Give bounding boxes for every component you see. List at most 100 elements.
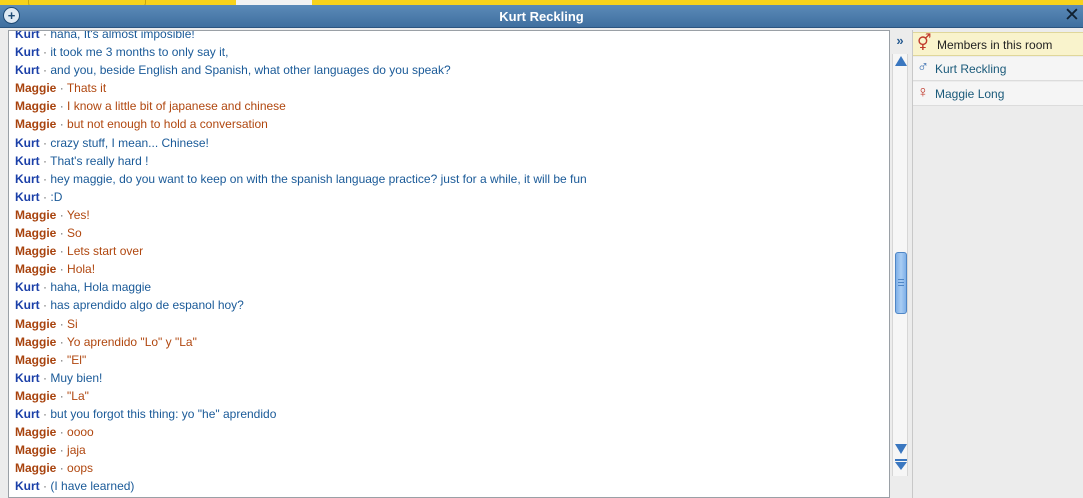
message-text: That's really hard ! bbox=[50, 153, 149, 168]
message-text: has aprendido algo de espanol hoy? bbox=[50, 298, 244, 313]
members-header[interactable]: ⚥ Members in this room bbox=[913, 32, 1083, 56]
chat-message: Kurt · crazy stuff, I mean... Chinese! bbox=[15, 134, 885, 152]
members-header-label: Members in this room bbox=[937, 38, 1053, 52]
message-sender[interactable]: Kurt bbox=[15, 154, 40, 168]
members-gender-icon: ⚥ bbox=[917, 35, 932, 52]
message-separator: · bbox=[43, 406, 48, 421]
message-text: (I have learned) bbox=[50, 479, 135, 494]
message-separator: · bbox=[59, 262, 64, 277]
scroll-to-bottom-icon[interactable] bbox=[895, 459, 907, 471]
message-text: Hola! bbox=[67, 262, 96, 277]
message-text: but you forgot this thing: yo "he" apren… bbox=[50, 406, 277, 421]
message-text: :D bbox=[50, 189, 63, 204]
message-sender[interactable]: Maggie bbox=[15, 262, 56, 276]
message-text: and you, beside English and Spanish, wha… bbox=[50, 63, 451, 78]
message-separator: · bbox=[43, 298, 48, 313]
message-separator: · bbox=[59, 388, 64, 403]
chat-message: Kurt · That's really hard ! bbox=[15, 152, 885, 170]
message-sender[interactable]: Kurt bbox=[15, 280, 40, 294]
scrollbar-column: » bbox=[890, 30, 910, 498]
message-separator: · bbox=[43, 45, 48, 60]
message-sender[interactable]: Kurt bbox=[15, 371, 40, 385]
chat-log[interactable]: Kurt · haha, It's almost imposible! Kurt … bbox=[8, 30, 890, 498]
message-sender[interactable]: Kurt bbox=[15, 407, 40, 421]
chat-message: Kurt · has aprendido algo de espanol hoy… bbox=[15, 296, 885, 314]
message-sender[interactable]: Kurt bbox=[15, 31, 40, 41]
message-text: "El" bbox=[67, 352, 87, 367]
message-separator: · bbox=[59, 352, 64, 367]
message-separator: · bbox=[59, 244, 64, 259]
chat-message: Kurt · hey maggie, do you want to keep o… bbox=[15, 170, 885, 188]
message-text: hey maggie, do you want to keep on with … bbox=[50, 171, 587, 186]
chat-message: Maggie · oops bbox=[15, 459, 885, 477]
message-text: So bbox=[67, 226, 82, 241]
member-name: Kurt Reckling bbox=[935, 62, 1007, 76]
message-separator: · bbox=[43, 171, 48, 186]
chat-message: Maggie · oooo bbox=[15, 423, 885, 441]
message-sender[interactable]: Maggie bbox=[15, 317, 56, 331]
message-text: Si bbox=[67, 316, 78, 331]
chat-message: Maggie · "El" bbox=[15, 351, 885, 369]
chat-message: Maggie · Yes! bbox=[15, 206, 885, 224]
chat-message: Kurt · Muy bien! bbox=[15, 369, 885, 387]
scrollbar[interactable] bbox=[892, 54, 908, 476]
collapse-sidebar-icon[interactable]: » bbox=[893, 34, 907, 48]
scroll-up-icon[interactable] bbox=[895, 56, 907, 66]
message-sender[interactable]: Maggie bbox=[15, 117, 56, 131]
message-sender[interactable]: Kurt bbox=[15, 45, 40, 59]
message-sender[interactable]: Maggie bbox=[15, 208, 56, 222]
male-icon: ♂ bbox=[917, 59, 929, 76]
message-text: but not enough to hold a conversation bbox=[67, 117, 268, 132]
member-item-maggie-long[interactable]: ♀ Maggie Long bbox=[913, 82, 1083, 106]
scroll-down-icon[interactable] bbox=[895, 444, 907, 454]
scroll-thumb[interactable] bbox=[895, 252, 907, 314]
message-separator: · bbox=[43, 189, 48, 204]
window-title: Kurt Reckling bbox=[499, 9, 584, 24]
message-text: crazy stuff, I mean... Chinese! bbox=[50, 135, 209, 150]
message-separator: · bbox=[43, 370, 48, 385]
chat-message: Maggie · I know a little bit of japanese… bbox=[15, 97, 885, 115]
message-text: "La" bbox=[67, 388, 89, 403]
message-sender[interactable]: Kurt bbox=[15, 136, 40, 150]
message-sender[interactable]: Maggie bbox=[15, 226, 56, 240]
chat-message: Maggie · Lets start over bbox=[15, 242, 885, 260]
message-sender[interactable]: Maggie bbox=[15, 353, 56, 367]
message-text: Yo aprendido "Lo" y "La" bbox=[66, 334, 197, 349]
message-separator: · bbox=[59, 81, 64, 96]
message-separator: · bbox=[43, 479, 48, 494]
message-sender[interactable]: Maggie bbox=[15, 81, 56, 95]
message-separator: · bbox=[59, 117, 64, 132]
message-separator: · bbox=[59, 316, 64, 331]
message-sender[interactable]: Kurt bbox=[15, 479, 40, 493]
member-name: Maggie Long bbox=[935, 87, 1005, 101]
chat-message: Maggie · "La" bbox=[15, 387, 885, 405]
message-separator: · bbox=[59, 443, 64, 458]
message-text: Lets start over bbox=[67, 244, 144, 259]
message-separator: · bbox=[59, 226, 64, 241]
message-sender[interactable]: Maggie bbox=[15, 461, 56, 475]
message-separator: · bbox=[59, 425, 64, 440]
message-sender[interactable]: Kurt bbox=[15, 63, 40, 77]
chat-message: Kurt · haha, It's almost imposible! bbox=[15, 31, 885, 43]
message-text: oops bbox=[67, 461, 94, 476]
message-separator: · bbox=[59, 207, 64, 222]
message-separator: · bbox=[59, 461, 64, 476]
chat-message: Maggie · Si bbox=[15, 315, 885, 333]
message-sender[interactable]: Maggie bbox=[15, 244, 56, 258]
message-sender[interactable]: Maggie bbox=[15, 99, 56, 113]
member-item-kurt-reckling[interactable]: ♂ Kurt Reckling bbox=[913, 57, 1083, 81]
chat-message: Maggie · Yo aprendido "Lo" y "La" bbox=[15, 333, 885, 351]
message-sender[interactable]: Kurt bbox=[15, 190, 40, 204]
message-separator: · bbox=[43, 280, 48, 295]
chat-message: Kurt · (I have learned) bbox=[15, 477, 885, 495]
message-sender[interactable]: Maggie bbox=[15, 425, 56, 439]
chat-message: Maggie · jaja bbox=[15, 441, 885, 459]
close-icon[interactable]: ✕ bbox=[1063, 5, 1081, 27]
message-sender[interactable]: Kurt bbox=[15, 298, 40, 312]
message-sender[interactable]: Maggie bbox=[15, 443, 56, 457]
female-icon: ♀ bbox=[917, 84, 929, 101]
message-text: Muy bien! bbox=[50, 370, 103, 385]
message-sender[interactable]: Maggie bbox=[15, 389, 56, 403]
message-sender[interactable]: Kurt bbox=[15, 172, 40, 186]
message-sender[interactable]: Maggie bbox=[15, 335, 56, 349]
